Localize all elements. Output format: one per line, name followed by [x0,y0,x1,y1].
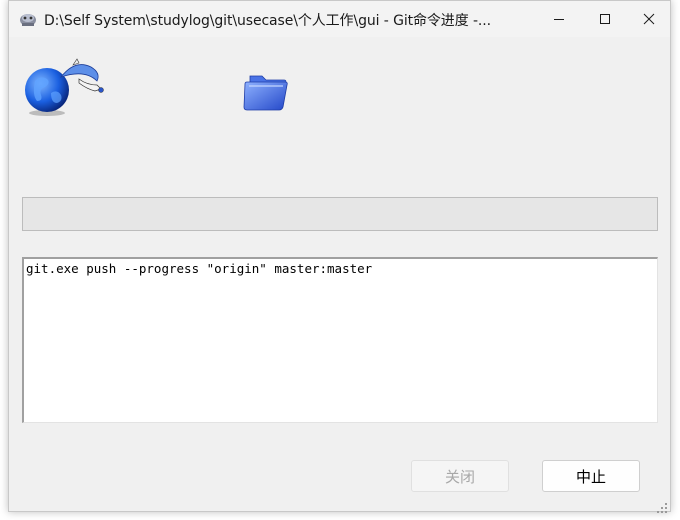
folder-icon [242,68,292,114]
close-button[interactable]: 关闭 [411,460,509,492]
progress-bar [22,197,658,231]
git-progress-window: D:\Self System\studylog\git\usecase\个人工作… [8,0,671,513]
globe-with-comet-icon [21,57,107,117]
window-title: D:\Self System\studylog\git\usecase\个人工作… [44,13,491,29]
minimize-icon [553,10,565,29]
maximize-icon [599,10,611,29]
abort-button[interactable]: 中止 [542,460,640,492]
maximize-button[interactable] [582,1,628,37]
dialog-body: git.exe push --progress "origin" master:… [9,37,670,513]
close-icon [643,10,655,29]
title-bar[interactable]: D:\Self System\studylog\git\usecase\个人工作… [9,1,670,37]
minimize-button[interactable] [536,1,582,37]
close-window-button[interactable] [626,1,672,37]
output-log[interactable]: git.exe push --progress "origin" master:… [22,257,658,423]
resize-grip-icon[interactable] [656,499,668,513]
git-gui-icon [18,10,38,28]
